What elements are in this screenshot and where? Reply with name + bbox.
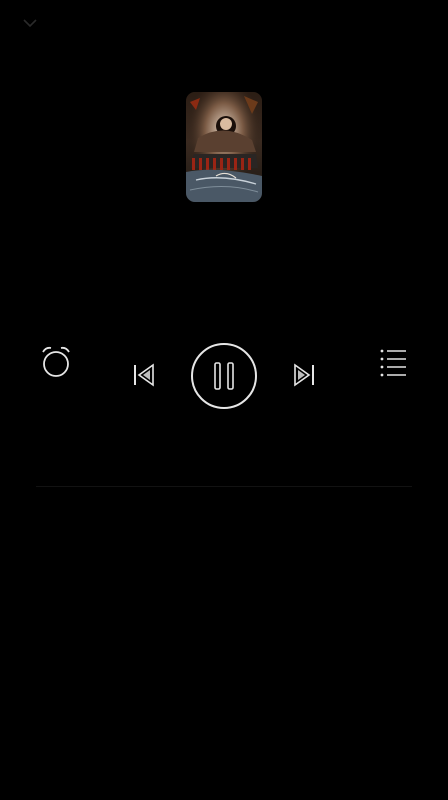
playlist-button[interactable] (374, 344, 412, 380)
alarm-clock-icon (42, 346, 70, 377)
next-track-button[interactable] (288, 359, 320, 391)
skip-previous-icon (134, 363, 154, 387)
collapse-button[interactable] (18, 12, 42, 34)
album-cover-image (186, 92, 262, 202)
song-title (120, 246, 328, 270)
sleep-timer-button[interactable] (36, 342, 76, 382)
music-player-screen (0, 0, 448, 800)
previous-track-button[interactable] (128, 359, 160, 391)
pause-icon (191, 343, 257, 409)
play-pause-button[interactable] (188, 340, 260, 412)
divider (36, 486, 412, 487)
bottom-info-strip (36, 486, 412, 522)
chevron-down-icon (23, 19, 37, 28)
skip-next-icon (294, 363, 314, 387)
album-art (186, 92, 262, 202)
list-icon (380, 349, 406, 377)
